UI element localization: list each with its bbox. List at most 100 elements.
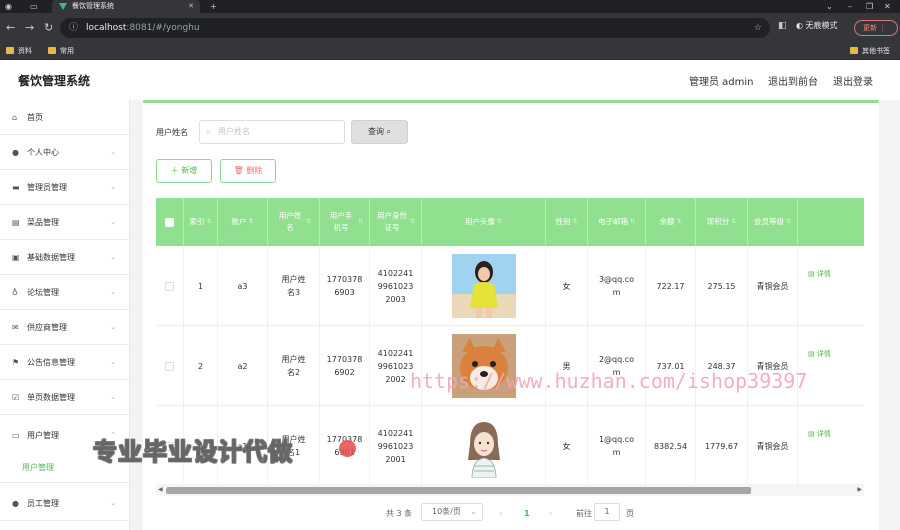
sidebar-item-supplier[interactable]: ✉ 供应商管理 ⌄ (0, 310, 130, 345)
column-header[interactable]: 现积分 ⇅ (696, 198, 748, 246)
bookmark-folder-1[interactable]: 资料 (6, 45, 32, 57)
bookmark-folder-2[interactable]: 常用 (48, 45, 74, 57)
tab-search-icon[interactable]: ⌄ (826, 0, 833, 13)
column-header[interactable]: 用户手机号 ⇅ (320, 198, 370, 246)
update-button[interactable]: 更新 ⋮ (854, 20, 898, 36)
next-page-icon[interactable]: › (549, 506, 552, 522)
row-checkbox[interactable] (156, 326, 184, 406)
chevron-down-icon: ⌄ (110, 183, 116, 191)
forward-icon[interactable]: → (25, 21, 34, 34)
cell-level: 青铜会员 (748, 246, 798, 326)
column-header[interactable]: 用户身份证号 ⇅ (370, 198, 422, 246)
browser-menu-icon[interactable]: ◉ (5, 0, 12, 13)
page-size-value: 10条/页 (432, 507, 461, 516)
bookmark-star-icon[interactable]: ☆ (754, 18, 762, 38)
column-header[interactable]: 用户头像 ⇅ (422, 198, 546, 246)
sidebar-item-singlepage[interactable]: ☑ 单页数据管理 ⌄ (0, 380, 130, 415)
exit-to-front-link[interactable]: 退出到前台 (768, 73, 818, 88)
logout-link[interactable]: 退出登录 (833, 73, 873, 88)
horizontal-scrollbar[interactable]: ◀ ▶ (156, 484, 864, 496)
page-number-current[interactable]: 1 (524, 506, 530, 522)
new-tab-icon[interactable]: + (210, 0, 217, 13)
goto-page-input[interactable]: 1 (594, 503, 620, 521)
sidebar-item-home[interactable]: ⌂ 首页 (0, 100, 130, 135)
page-unit-label: 页 (626, 509, 634, 518)
column-header-actions (798, 198, 864, 246)
address-bar[interactable]: ⓘ localhost:8081/#/yonghu ☆ (60, 18, 770, 38)
info-icon[interactable]: ⓘ (69, 18, 78, 38)
column-label: 会员等级 (753, 217, 784, 226)
minimize-icon[interactable]: – (848, 0, 852, 13)
column-header[interactable]: 用户姓名 ⇅ (268, 198, 320, 246)
sidebar-item-basedata[interactable]: ▣ 基础数据管理 ⌄ (0, 240, 130, 275)
scrollbar-thumb[interactable] (166, 487, 751, 494)
detail-link[interactable]: ▤ 详情 (808, 428, 831, 441)
cell-points: 1779.67 (696, 406, 748, 486)
other-bookmarks[interactable]: 其他书签 (850, 45, 890, 57)
search-button[interactable]: 查询 ⌕ (351, 120, 408, 144)
cell-balance: 722.17 (646, 246, 696, 326)
delete-button[interactable]: 🗑 删除 (220, 159, 276, 183)
sidebar-item-admin[interactable]: ▬ 管理员管理 ⌄ (0, 170, 130, 205)
chevron-down-icon: ⌄ (110, 148, 116, 156)
detail-link[interactable]: ▤ 详情 (808, 348, 831, 361)
admin-user-label: 管理员 admin (689, 77, 754, 88)
select-all-checkbox[interactable] (156, 198, 184, 246)
cartoon-girl (451, 414, 516, 478)
add-button[interactable]: ＋ 新增 (156, 159, 212, 183)
reload-icon[interactable]: ↻ (44, 21, 53, 34)
detail-link[interactable]: ▤ 详情 (808, 268, 831, 281)
cell-account: a3 (218, 246, 268, 326)
doc-icon: ☑ (12, 393, 20, 402)
sidebar-item-label: 首页 (27, 113, 43, 122)
column-header[interactable]: 余额 ⇅ (646, 198, 696, 246)
search-input[interactable]: ⌕ 用户姓名 (199, 120, 345, 144)
sidebar-item-personal[interactable]: ● 个人中心 ⌄ (0, 135, 130, 170)
cell-actions: ▤ 详情 (798, 326, 864, 406)
column-header[interactable]: 账户 ⇅ (218, 198, 268, 246)
detail-icon: ▤ (808, 270, 815, 278)
plus-icon: ＋ (170, 166, 179, 175)
sidebar-item-notice[interactable]: ⚑ 公告信息管理 ⌄ (0, 345, 130, 380)
cell-points: 248.37 (696, 326, 748, 406)
scroll-right-icon[interactable]: ▶ (857, 486, 862, 493)
cell-name: 用户姓名3 (268, 246, 320, 326)
sidebar-item-staff[interactable]: ● 员工管理 ⌄ (0, 486, 130, 521)
prev-page-icon[interactable]: ‹ (499, 506, 502, 522)
column-header[interactable]: 会员等级 ⇅ (748, 198, 798, 246)
column-label: 用户手机号 (329, 211, 353, 232)
column-label: 索引 (189, 217, 205, 226)
cell-account: a2 (218, 326, 268, 406)
close-tab-icon[interactable]: ✕ (188, 0, 194, 13)
row-checkbox[interactable] (156, 246, 184, 326)
scroll-left-icon[interactable]: ◀ (158, 486, 163, 493)
cell-avatar (422, 326, 546, 406)
column-label: 性别 (555, 217, 571, 226)
column-header[interactable]: 性别 ⇅ (546, 198, 588, 246)
column-label: 用户身份证号 (376, 211, 407, 232)
accent-line (143, 100, 879, 103)
browser-tab[interactable]: 餐饮管理系统 ✕ (52, 0, 200, 13)
sidepanel-icon[interactable]: ◧ (778, 21, 787, 31)
back-icon[interactable]: ← (6, 21, 15, 34)
cell-idcard: 410224199610232001 (370, 406, 422, 486)
chat-icon: ▬ (12, 183, 20, 192)
table-row: 2 a2 用户姓名2 17703786902 41022419961023200… (156, 326, 864, 406)
page-size-select[interactable]: 10条/页 ⌄ (421, 503, 483, 521)
chevron-down-icon: ⌄ (110, 288, 116, 296)
sidebar-item-label: 个人中心 (27, 148, 59, 157)
chevron-down-icon: ⌄ (110, 218, 116, 226)
search-label: 用户姓名 (156, 128, 188, 137)
delete-button-label: 删除 (246, 166, 263, 175)
sidebar-item-forum[interactable]: ♁ 论坛管理 ⌄ (0, 275, 130, 310)
close-window-icon[interactable]: ✕ (884, 0, 891, 13)
user-icon: ● (12, 499, 19, 508)
cell-idcard: 410224199610232003 (370, 246, 422, 326)
tab-icon[interactable]: ▭ (30, 0, 38, 13)
column-header[interactable]: 电子邮箱 ⇅ (588, 198, 646, 246)
restore-icon[interactable]: ❐ (866, 0, 873, 13)
sidebar-item-dish[interactable]: ▤ 菜品管理 ⌄ (0, 205, 130, 240)
column-header[interactable]: 索引 ⇅ (184, 198, 218, 246)
cell-level: 青铜会员 (748, 406, 798, 486)
chevron-down-icon: ⌄ (110, 499, 116, 507)
